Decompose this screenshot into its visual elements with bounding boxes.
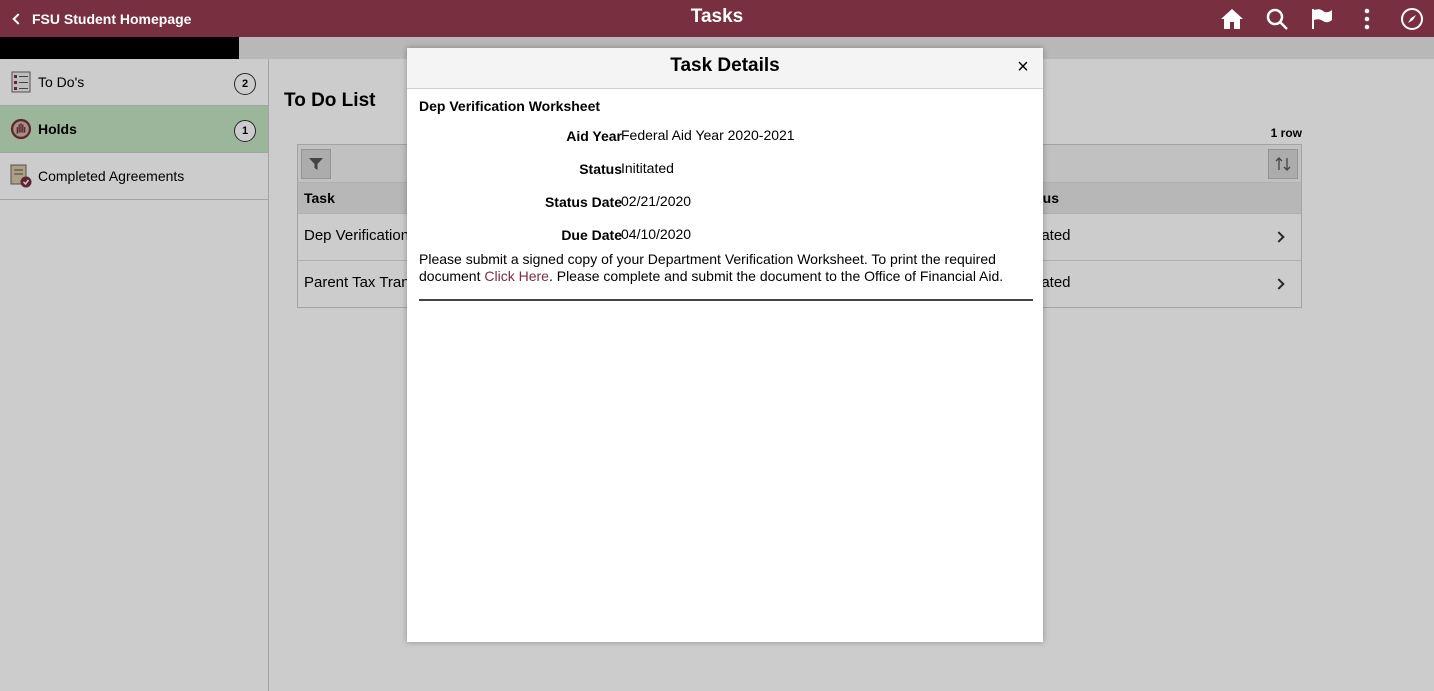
detail-label: Status Date <box>544 194 622 210</box>
header-actions <box>1209 0 1434 37</box>
detail-row-due-date: Due Date 04/10/2020 <box>419 226 1033 260</box>
app-header: FSU Student Homepage Tasks <box>0 0 1434 37</box>
click-here-link[interactable]: Click Here <box>484 268 549 284</box>
more-icon[interactable] <box>1344 0 1389 37</box>
detail-row-status-date: Status Date 02/21/2020 <box>419 193 1033 227</box>
detail-label: Aid Year <box>566 128 622 144</box>
detail-value: 02/21/2020 <box>621 193 692 209</box>
divider <box>419 299 1033 301</box>
flag-icon[interactable] <box>1299 0 1344 37</box>
detail-value: Federal Aid Year 2020-2021 <box>621 127 795 143</box>
detail-row-aid-year: Aid Year Federal Aid Year 2020-2021 <box>419 127 1033 161</box>
detail-value: Inititated <box>621 160 674 176</box>
modal-body: Dep Verification Worksheet Aid Year Fede… <box>419 98 1033 301</box>
close-button[interactable]: × <box>1013 57 1033 77</box>
modal-header: Task Details × <box>407 48 1043 89</box>
modal-title: Task Details <box>670 55 780 76</box>
detail-row-status: Status Inititated <box>419 160 1033 194</box>
task-details-modal: Task Details × Dep Verification Workshee… <box>407 48 1043 642</box>
detail-value: 04/10/2020 <box>621 226 692 242</box>
task-name: Dep Verification Worksheet <box>419 98 601 114</box>
detail-label: Status <box>579 161 622 177</box>
search-icon[interactable] <box>1254 0 1299 37</box>
compass-icon[interactable] <box>1389 0 1434 37</box>
detail-label: Due Date <box>561 227 622 243</box>
description-text-end: . Please complete and submit the documen… <box>548 268 1004 284</box>
home-icon[interactable] <box>1209 0 1254 37</box>
